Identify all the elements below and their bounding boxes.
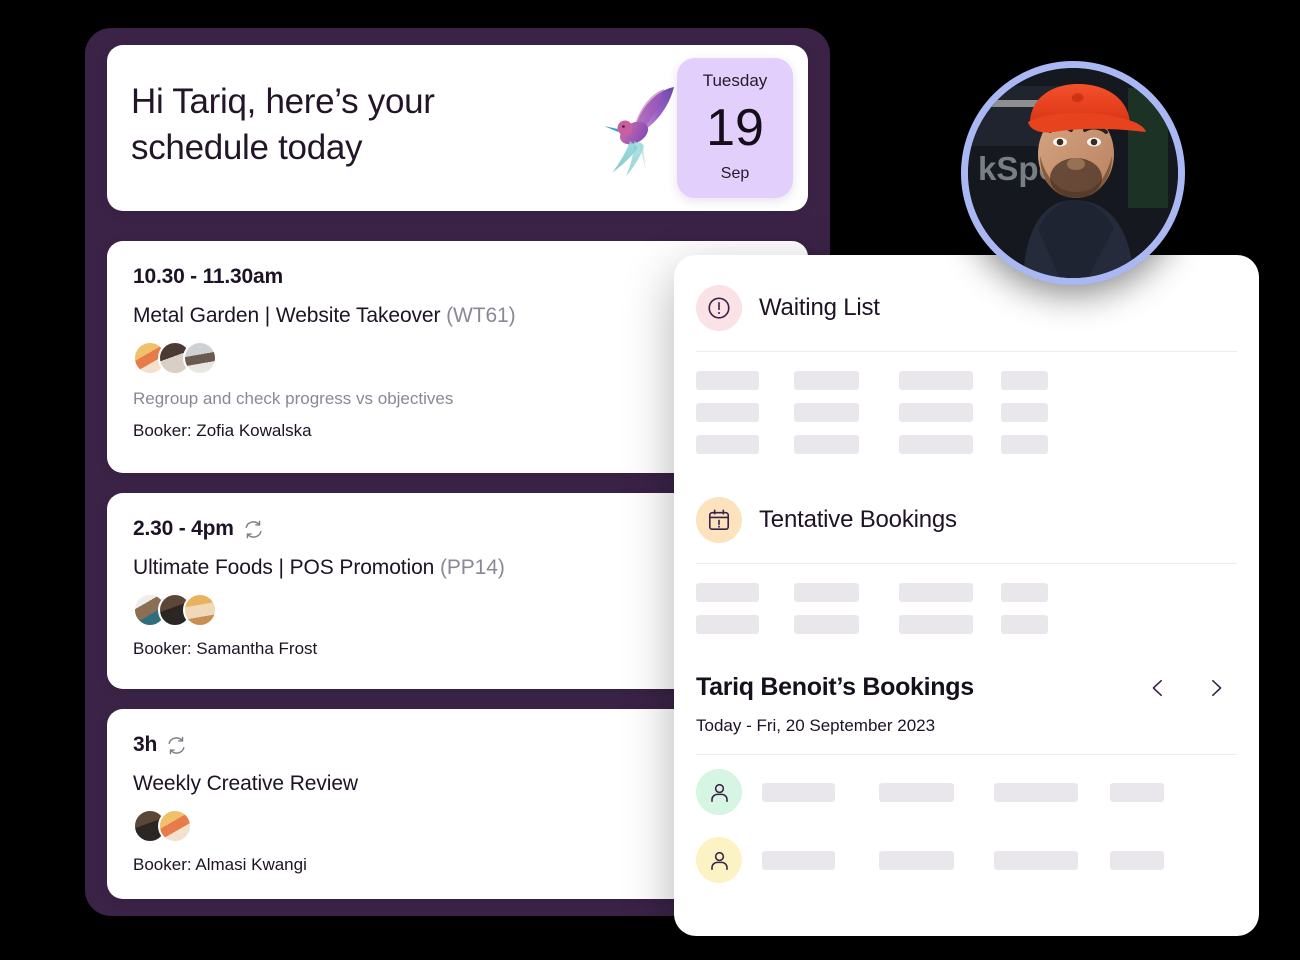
hummingbird-icon — [604, 87, 674, 176]
table-row[interactable] — [696, 837, 1237, 883]
list-item — [696, 403, 1237, 422]
list-item — [696, 583, 1237, 602]
user-photo: kSpo — [968, 68, 1178, 278]
avatar[interactable] — [183, 341, 217, 375]
greeting-card: Hi Tariq, here’s your schedule today Tue… — [107, 45, 808, 211]
side-panel: Waiting List Tentative Bookings Tariq Be… — [674, 255, 1259, 936]
list-item — [696, 435, 1237, 454]
recurring-icon — [245, 520, 262, 538]
booking-title: Weekly Creative Review — [133, 772, 358, 795]
bookings-date-range: Today - Fri, 20 September 2023 — [696, 716, 936, 735]
calendar-alert-icon — [696, 497, 742, 543]
list-item — [696, 615, 1237, 634]
tentative-bookings-header[interactable]: Tentative Bookings — [674, 467, 1259, 543]
waiting-list-header[interactable]: Waiting List — [674, 255, 1259, 331]
tentative-bookings-skeleton — [674, 564, 1259, 634]
waiting-list-skeleton — [674, 352, 1259, 454]
table-row[interactable] — [696, 769, 1237, 815]
booking-time: 10.30 - 11.30am — [133, 265, 283, 288]
recurring-icon — [168, 736, 185, 754]
avatar[interactable] — [183, 593, 217, 627]
chevron-right-icon[interactable] — [1205, 675, 1227, 701]
date-day: 19 — [706, 99, 764, 157]
chevron-left-icon[interactable] — [1147, 675, 1169, 701]
bookings-user-rows — [674, 755, 1259, 883]
booking-title: Ultimate Foods | POS Promotion — [133, 556, 440, 579]
date-badge: Tuesday 19 Sep — [677, 58, 793, 198]
user-icon — [696, 837, 742, 883]
bookings-title: Tariq Benoit’s Bookings — [696, 673, 974, 701]
avatar[interactable] — [158, 809, 192, 843]
date-weekday: Tuesday — [702, 71, 768, 90]
user-icon — [696, 769, 742, 815]
booking-time: 2.30 - 4pm — [133, 517, 234, 540]
booking-reference: (PP14) — [439, 556, 505, 579]
waiting-list-label: Waiting List — [759, 294, 880, 321]
page-title: Hi Tariq, here’s your schedule today — [131, 82, 435, 167]
booking-reference: (WT61) — [446, 304, 516, 327]
tentative-bookings-label: Tentative Bookings — [759, 506, 957, 533]
alert-circle-icon — [696, 285, 742, 331]
list-item — [696, 371, 1237, 390]
bookings-section-header: Tariq Benoit’s Bookings Today - Fri, 20 … — [674, 647, 1259, 736]
avatar[interactable]: kSpo — [961, 61, 1185, 285]
booking-time: 3h — [133, 733, 158, 756]
screenshot-stage: Hi Tariq, here’s your schedule today Tue… — [0, 0, 1300, 960]
booking-title: Metal Garden | Website Takeover — [133, 304, 447, 327]
date-month: Sep — [720, 165, 750, 182]
